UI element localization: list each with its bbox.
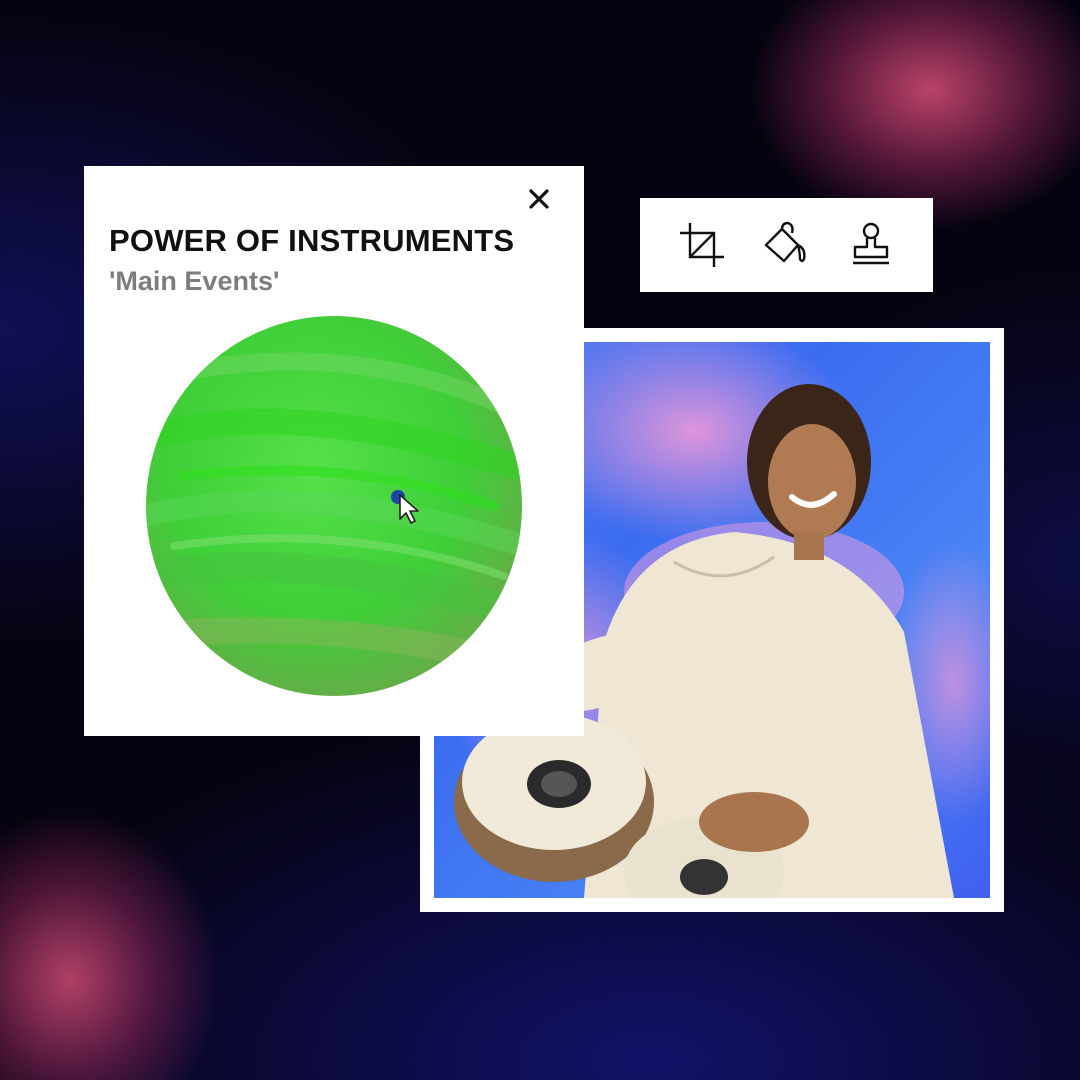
pointer-cursor-icon <box>391 490 419 524</box>
popup-subtitle: 'Main Events' <box>109 266 280 296</box>
edit-toolbar <box>640 198 933 292</box>
green-planet-image <box>146 316 522 696</box>
popup-window: POWER OF INSTRUMENTS 'Main Events' <box>84 166 584 736</box>
popup-title: POWER OF INSTRUMENTS <box>109 223 515 258</box>
paint-bucket-icon <box>765 221 807 263</box>
stamp-icon <box>852 222 889 265</box>
crop-icon <box>680 223 725 267</box>
close-button[interactable] <box>524 184 554 214</box>
stamp-tool-button[interactable] <box>841 215 901 275</box>
fill-tool-button[interactable] <box>756 215 816 275</box>
close-icon <box>529 189 549 209</box>
crop-tool-button[interactable] <box>672 215 732 275</box>
